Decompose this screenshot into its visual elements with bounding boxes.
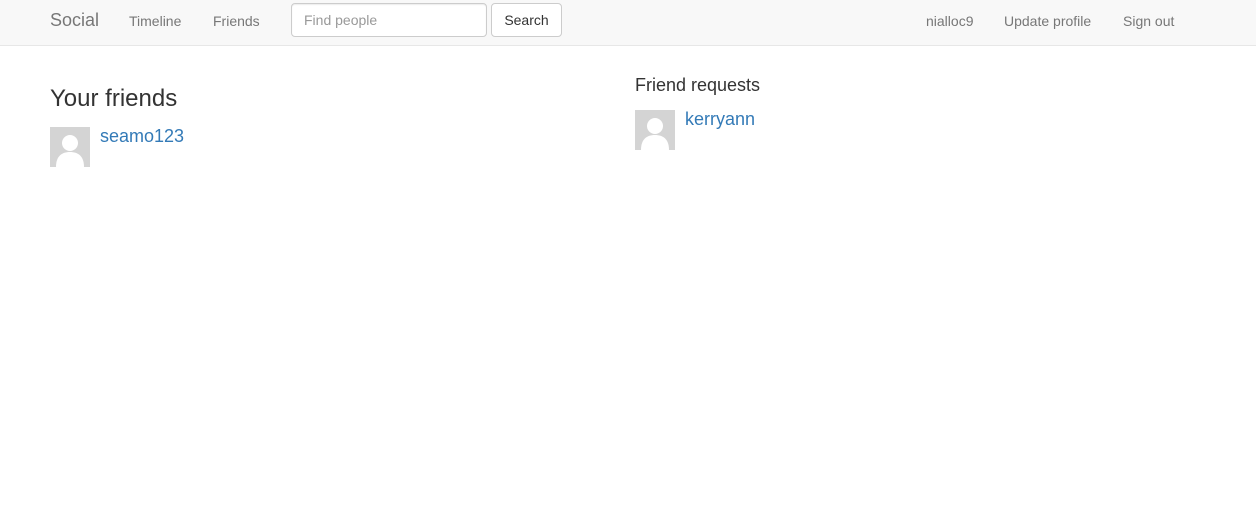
- friend-request-username-link[interactable]: kerryann: [685, 108, 755, 130]
- nav-username-link[interactable]: nialloc9: [926, 12, 973, 30]
- default-user-avatar-icon[interactable]: [50, 127, 90, 167]
- top-navbar: Social Timeline Friends Search nialloc9 …: [0, 0, 1256, 46]
- friend-username-link[interactable]: seamo123: [100, 125, 184, 147]
- find-people-search-input[interactable]: [291, 3, 487, 37]
- nav-update-profile-link[interactable]: Update profile: [1004, 12, 1091, 30]
- nav-friends-link[interactable]: Friends: [213, 12, 260, 30]
- friend-requests-heading: Friend requests: [635, 75, 761, 95]
- nav-timeline-link[interactable]: Timeline: [129, 12, 181, 30]
- brand-logo-link[interactable]: Social: [50, 9, 99, 31]
- your-friends-heading: Your friends: [50, 85, 178, 112]
- default-user-avatar-icon[interactable]: [635, 110, 675, 150]
- search-button[interactable]: Search: [491, 3, 562, 37]
- nav-sign-out-link[interactable]: Sign out: [1123, 12, 1174, 30]
